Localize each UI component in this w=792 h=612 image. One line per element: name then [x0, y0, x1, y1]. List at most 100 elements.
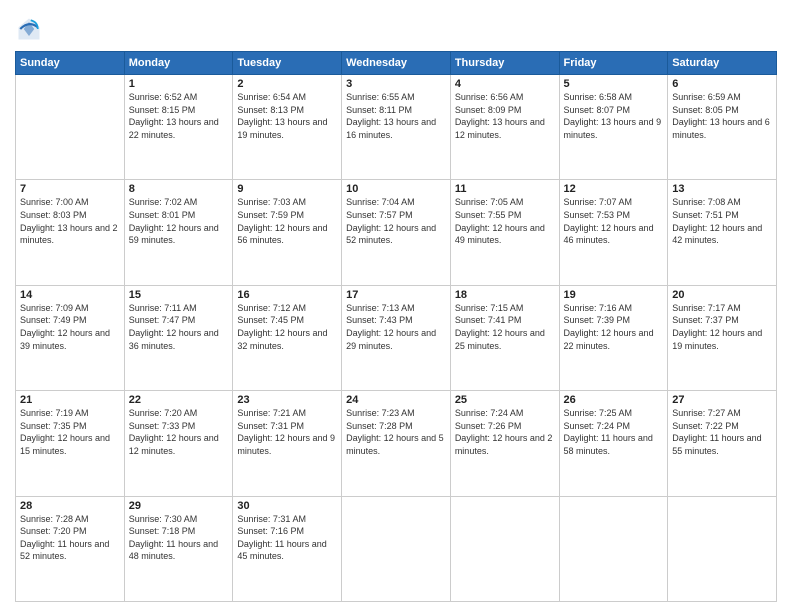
- cell-info: Sunrise: 6:55 AMSunset: 8:11 PMDaylight:…: [346, 91, 446, 141]
- calendar-cell: 6Sunrise: 6:59 AMSunset: 8:05 PMDaylight…: [668, 75, 777, 180]
- cell-info: Sunrise: 7:09 AMSunset: 7:49 PMDaylight:…: [20, 302, 120, 352]
- day-number: 21: [20, 394, 120, 406]
- cell-info: Sunrise: 7:08 AMSunset: 7:51 PMDaylight:…: [672, 196, 772, 246]
- day-number: 17: [346, 289, 446, 301]
- calendar-cell: 1Sunrise: 6:52 AMSunset: 8:15 PMDaylight…: [124, 75, 233, 180]
- calendar-cell: 26Sunrise: 7:25 AMSunset: 7:24 PMDayligh…: [559, 391, 668, 496]
- calendar-cell: 10Sunrise: 7:04 AMSunset: 7:57 PMDayligh…: [342, 180, 451, 285]
- calendar-cell: [559, 496, 668, 601]
- header-thursday: Thursday: [450, 52, 559, 75]
- cell-info: Sunrise: 6:56 AMSunset: 8:09 PMDaylight:…: [455, 91, 555, 141]
- cell-info: Sunrise: 6:54 AMSunset: 8:13 PMDaylight:…: [237, 91, 337, 141]
- day-number: 30: [237, 500, 337, 512]
- calendar-cell: 18Sunrise: 7:15 AMSunset: 7:41 PMDayligh…: [450, 285, 559, 390]
- calendar-week-row: 7Sunrise: 7:00 AMSunset: 8:03 PMDaylight…: [16, 180, 777, 285]
- day-number: 26: [564, 394, 664, 406]
- header-monday: Monday: [124, 52, 233, 75]
- calendar-cell: 3Sunrise: 6:55 AMSunset: 8:11 PMDaylight…: [342, 75, 451, 180]
- calendar-week-row: 14Sunrise: 7:09 AMSunset: 7:49 PMDayligh…: [16, 285, 777, 390]
- calendar-cell: 23Sunrise: 7:21 AMSunset: 7:31 PMDayligh…: [233, 391, 342, 496]
- calendar-cell: [450, 496, 559, 601]
- header: [15, 15, 777, 43]
- cell-info: Sunrise: 7:15 AMSunset: 7:41 PMDaylight:…: [455, 302, 555, 352]
- weekday-header-row: Sunday Monday Tuesday Wednesday Thursday…: [16, 52, 777, 75]
- day-number: 15: [129, 289, 229, 301]
- calendar-cell: 7Sunrise: 7:00 AMSunset: 8:03 PMDaylight…: [16, 180, 125, 285]
- day-number: 4: [455, 78, 555, 90]
- day-number: 25: [455, 394, 555, 406]
- day-number: 20: [672, 289, 772, 301]
- calendar-week-row: 28Sunrise: 7:28 AMSunset: 7:20 PMDayligh…: [16, 496, 777, 601]
- calendar-cell: [668, 496, 777, 601]
- calendar-cell: 22Sunrise: 7:20 AMSunset: 7:33 PMDayligh…: [124, 391, 233, 496]
- day-number: 16: [237, 289, 337, 301]
- calendar-cell: 25Sunrise: 7:24 AMSunset: 7:26 PMDayligh…: [450, 391, 559, 496]
- calendar-cell: [16, 75, 125, 180]
- calendar-week-row: 1Sunrise: 6:52 AMSunset: 8:15 PMDaylight…: [16, 75, 777, 180]
- day-number: 2: [237, 78, 337, 90]
- calendar-cell: 28Sunrise: 7:28 AMSunset: 7:20 PMDayligh…: [16, 496, 125, 601]
- cell-info: Sunrise: 7:05 AMSunset: 7:55 PMDaylight:…: [455, 196, 555, 246]
- cell-info: Sunrise: 7:28 AMSunset: 7:20 PMDaylight:…: [20, 513, 120, 563]
- header-wednesday: Wednesday: [342, 52, 451, 75]
- calendar-cell: 30Sunrise: 7:31 AMSunset: 7:16 PMDayligh…: [233, 496, 342, 601]
- calendar-cell: 16Sunrise: 7:12 AMSunset: 7:45 PMDayligh…: [233, 285, 342, 390]
- calendar-cell: 29Sunrise: 7:30 AMSunset: 7:18 PMDayligh…: [124, 496, 233, 601]
- calendar-cell: 17Sunrise: 7:13 AMSunset: 7:43 PMDayligh…: [342, 285, 451, 390]
- cell-info: Sunrise: 6:52 AMSunset: 8:15 PMDaylight:…: [129, 91, 229, 141]
- cell-info: Sunrise: 7:16 AMSunset: 7:39 PMDaylight:…: [564, 302, 664, 352]
- cell-info: Sunrise: 7:02 AMSunset: 8:01 PMDaylight:…: [129, 196, 229, 246]
- day-number: 12: [564, 183, 664, 195]
- cell-info: Sunrise: 7:13 AMSunset: 7:43 PMDaylight:…: [346, 302, 446, 352]
- cell-info: Sunrise: 7:07 AMSunset: 7:53 PMDaylight:…: [564, 196, 664, 246]
- logo: [15, 15, 47, 43]
- day-number: 13: [672, 183, 772, 195]
- calendar-cell: 24Sunrise: 7:23 AMSunset: 7:28 PMDayligh…: [342, 391, 451, 496]
- cell-info: Sunrise: 7:04 AMSunset: 7:57 PMDaylight:…: [346, 196, 446, 246]
- calendar-cell: 5Sunrise: 6:58 AMSunset: 8:07 PMDaylight…: [559, 75, 668, 180]
- calendar-cell: 15Sunrise: 7:11 AMSunset: 7:47 PMDayligh…: [124, 285, 233, 390]
- calendar-cell: 27Sunrise: 7:27 AMSunset: 7:22 PMDayligh…: [668, 391, 777, 496]
- calendar-cell: 14Sunrise: 7:09 AMSunset: 7:49 PMDayligh…: [16, 285, 125, 390]
- day-number: 3: [346, 78, 446, 90]
- calendar-cell: 12Sunrise: 7:07 AMSunset: 7:53 PMDayligh…: [559, 180, 668, 285]
- cell-info: Sunrise: 7:11 AMSunset: 7:47 PMDaylight:…: [129, 302, 229, 352]
- day-number: 11: [455, 183, 555, 195]
- day-number: 19: [564, 289, 664, 301]
- cell-info: Sunrise: 7:31 AMSunset: 7:16 PMDaylight:…: [237, 513, 337, 563]
- header-friday: Friday: [559, 52, 668, 75]
- calendar-cell: 11Sunrise: 7:05 AMSunset: 7:55 PMDayligh…: [450, 180, 559, 285]
- page: Sunday Monday Tuesday Wednesday Thursday…: [0, 0, 792, 612]
- day-number: 6: [672, 78, 772, 90]
- cell-info: Sunrise: 7:25 AMSunset: 7:24 PMDaylight:…: [564, 407, 664, 457]
- header-tuesday: Tuesday: [233, 52, 342, 75]
- day-number: 14: [20, 289, 120, 301]
- day-number: 23: [237, 394, 337, 406]
- calendar-cell: 8Sunrise: 7:02 AMSunset: 8:01 PMDaylight…: [124, 180, 233, 285]
- header-sunday: Sunday: [16, 52, 125, 75]
- cell-info: Sunrise: 7:20 AMSunset: 7:33 PMDaylight:…: [129, 407, 229, 457]
- day-number: 5: [564, 78, 664, 90]
- header-saturday: Saturday: [668, 52, 777, 75]
- calendar-cell: 9Sunrise: 7:03 AMSunset: 7:59 PMDaylight…: [233, 180, 342, 285]
- day-number: 1: [129, 78, 229, 90]
- cell-info: Sunrise: 6:59 AMSunset: 8:05 PMDaylight:…: [672, 91, 772, 141]
- cell-info: Sunrise: 7:03 AMSunset: 7:59 PMDaylight:…: [237, 196, 337, 246]
- day-number: 22: [129, 394, 229, 406]
- calendar-cell: 20Sunrise: 7:17 AMSunset: 7:37 PMDayligh…: [668, 285, 777, 390]
- cell-info: Sunrise: 7:24 AMSunset: 7:26 PMDaylight:…: [455, 407, 555, 457]
- day-number: 7: [20, 183, 120, 195]
- calendar-cell: [342, 496, 451, 601]
- cell-info: Sunrise: 7:21 AMSunset: 7:31 PMDaylight:…: [237, 407, 337, 457]
- cell-info: Sunrise: 7:30 AMSunset: 7:18 PMDaylight:…: [129, 513, 229, 563]
- logo-icon: [15, 15, 43, 43]
- cell-info: Sunrise: 7:27 AMSunset: 7:22 PMDaylight:…: [672, 407, 772, 457]
- calendar-cell: 4Sunrise: 6:56 AMSunset: 8:09 PMDaylight…: [450, 75, 559, 180]
- cell-info: Sunrise: 6:58 AMSunset: 8:07 PMDaylight:…: [564, 91, 664, 141]
- cell-info: Sunrise: 7:17 AMSunset: 7:37 PMDaylight:…: [672, 302, 772, 352]
- day-number: 9: [237, 183, 337, 195]
- cell-info: Sunrise: 7:23 AMSunset: 7:28 PMDaylight:…: [346, 407, 446, 457]
- calendar-cell: 13Sunrise: 7:08 AMSunset: 7:51 PMDayligh…: [668, 180, 777, 285]
- calendar-cell: 19Sunrise: 7:16 AMSunset: 7:39 PMDayligh…: [559, 285, 668, 390]
- calendar-table: Sunday Monday Tuesday Wednesday Thursday…: [15, 51, 777, 602]
